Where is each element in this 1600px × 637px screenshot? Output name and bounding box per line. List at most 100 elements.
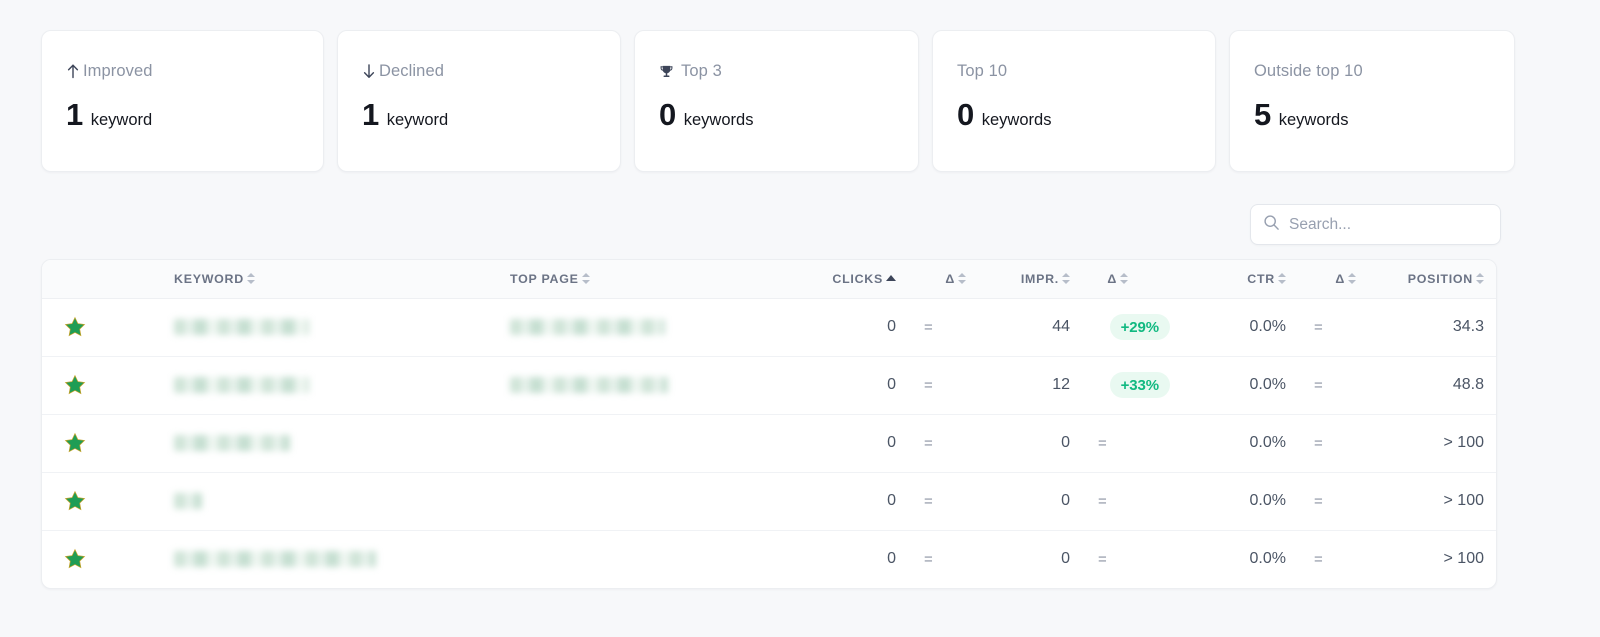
column-header-keyword[interactable]: KEYWORD <box>108 260 480 299</box>
clicks-delta-cell: = <box>924 434 933 452</box>
summary-card-label-text: Top 10 <box>957 62 1008 80</box>
clicks-delta-cell: = <box>924 492 933 510</box>
summary-card-label: Outside top 10 <box>1254 61 1514 81</box>
top-page-cell <box>480 472 798 530</box>
position-cell: > 100 <box>1443 550 1484 568</box>
sort-ascending-icon[interactable] <box>886 274 896 281</box>
summary-card-unit: keywords <box>683 111 754 129</box>
favorite-star-cell[interactable] <box>42 472 108 530</box>
ctr-cell: 0.0% <box>1249 550 1286 568</box>
clicks-cell: 0 <box>887 434 896 451</box>
column-header-clicks[interactable]: CLICKS <box>798 260 918 299</box>
search-input[interactable] <box>1289 215 1489 234</box>
ctr-delta-cell: = <box>1314 376 1323 394</box>
position-cell: > 100 <box>1443 434 1484 451</box>
column-header-ctr[interactable]: CTR <box>1198 260 1308 299</box>
favorite-star-cell[interactable] <box>42 356 108 414</box>
column-header-ctr-delta[interactable]: Δ <box>1308 260 1378 299</box>
summary-card-label-text: Top 3 <box>681 62 722 80</box>
column-header-label: Δ <box>1335 271 1345 286</box>
summary-card-improved: Improved 1 keyword <box>41 30 324 172</box>
summary-card-number: 5 <box>1254 97 1271 132</box>
sort-both-icon[interactable] <box>958 272 966 285</box>
table-row[interactable]: 0 = 0 = 0.0% = > 100 = <box>42 472 1496 530</box>
clicks-cell: 0 <box>887 318 896 335</box>
arrow-down-icon <box>362 63 376 79</box>
summary-card-unit: keywords <box>1278 111 1349 129</box>
column-header-label: IMPR. <box>1020 271 1059 286</box>
favorite-star-cell[interactable] <box>42 414 108 472</box>
impressions-delta-cell: +33% <box>1088 356 1198 414</box>
summary-card-label: Declined <box>362 61 620 81</box>
redacted-top-page <box>510 376 668 393</box>
keyword-performance-page: Improved 1 keyword Declined 1 keyword To… <box>0 0 1600 637</box>
impressions-cell: 12 <box>1052 376 1070 393</box>
ctr-cell: 0.0% <box>1249 318 1286 335</box>
summary-card-number: 1 <box>66 97 83 132</box>
star-filled-icon[interactable] <box>63 373 87 397</box>
keyword-cell <box>108 530 480 588</box>
impressions-cell: 0 <box>1061 492 1070 509</box>
keyword-cell <box>108 472 480 530</box>
search-icon <box>1263 214 1280 236</box>
ctr-delta-cell: = <box>1314 318 1323 336</box>
redacted-keyword <box>174 551 376 568</box>
column-header-label: POSITION <box>1407 271 1473 286</box>
summary-card-top-3: Top 3 0 keywords <box>634 30 919 172</box>
summary-card-value: 1 keyword <box>362 98 620 132</box>
keywords-table: KEYWORD TOP PAGE CLICKS Δ IMPR. Δ CTR Δ … <box>42 260 1496 588</box>
star-filled-icon[interactable] <box>63 489 87 513</box>
summary-cards: Improved 1 keyword Declined 1 keyword To… <box>41 30 1560 172</box>
column-header-impressions[interactable]: IMPR. <box>988 260 1088 299</box>
star-filled-icon[interactable] <box>63 431 87 455</box>
clicks-cell: 0 <box>887 550 896 568</box>
delta-badge-positive: +33% <box>1109 372 1170 398</box>
delta-badge-value: +29% <box>1120 318 1159 336</box>
search-box[interactable] <box>1250 204 1501 245</box>
redacted-keyword <box>174 376 309 393</box>
ctr-delta-cell: = <box>1314 434 1323 452</box>
keyword-cell <box>108 414 480 472</box>
ctr-delta-cell: = <box>1314 492 1323 510</box>
column-header-top-page[interactable]: TOP PAGE <box>480 260 798 299</box>
sort-both-icon[interactable] <box>1062 272 1070 285</box>
redacted-keyword <box>174 492 202 509</box>
search-row <box>41 204 1560 245</box>
redacted-keyword <box>174 318 309 335</box>
clicks-cell: 0 <box>887 376 896 393</box>
top-page-cell <box>480 298 798 356</box>
summary-card-value: 1 keyword <box>66 98 323 132</box>
keywords-table-container: KEYWORD TOP PAGE CLICKS Δ IMPR. Δ CTR Δ … <box>41 259 1497 589</box>
clicks-cell: 0 <box>887 492 896 509</box>
sort-both-icon[interactable] <box>1476 272 1484 285</box>
star-filled-icon[interactable] <box>63 547 87 571</box>
sort-both-icon[interactable] <box>1348 272 1356 285</box>
trophy-icon <box>659 64 674 79</box>
favorite-star-cell[interactable] <box>42 530 108 588</box>
favorite-star-cell[interactable] <box>42 298 108 356</box>
table-row[interactable]: 0 = 44 +29% 0.0% = 34.3 ▲ 1.6 <box>42 298 1496 356</box>
sort-both-icon[interactable] <box>1120 272 1128 285</box>
column-header-impressions-delta[interactable]: Δ <box>1088 260 1198 299</box>
sort-both-icon[interactable] <box>1278 272 1286 285</box>
table-row[interactable]: 0 = 0 = 0.0% = > 100 = <box>42 414 1496 472</box>
sort-both-icon[interactable] <box>581 272 590 285</box>
table-header-row: KEYWORD TOP PAGE CLICKS Δ IMPR. Δ CTR Δ … <box>42 260 1496 299</box>
sort-both-icon[interactable] <box>246 272 255 285</box>
star-filled-icon[interactable] <box>63 315 87 339</box>
position-cell: > 100 <box>1443 492 1484 509</box>
summary-card-top-10: Top 10 0 keywords <box>932 30 1216 172</box>
impressions-delta-cell: = <box>1098 492 1107 510</box>
table-row[interactable]: 0 = 0 = 0.0% = > 100 = <box>42 530 1496 588</box>
column-header-clicks-delta[interactable]: Δ <box>918 260 988 299</box>
ctr-cell: 0.0% <box>1249 492 1286 509</box>
summary-card-label-text: Improved <box>83 62 153 80</box>
table-body: 0 = 44 +29% 0.0% = 34.3 ▲ 1.6 <box>42 298 1496 588</box>
summary-card-value: 5 keywords <box>1254 98 1514 132</box>
column-header-position[interactable]: POSITION <box>1378 260 1496 299</box>
column-header-label: Δ <box>1107 271 1117 286</box>
summary-card-label: Top 10 <box>957 61 1215 81</box>
redacted-top-page <box>510 318 665 335</box>
table-row[interactable]: 0 = 12 +33% 0.0% = 48.8 ▼ 0.7 <box>42 356 1496 414</box>
summary-card-label-text: Declined <box>379 62 445 80</box>
